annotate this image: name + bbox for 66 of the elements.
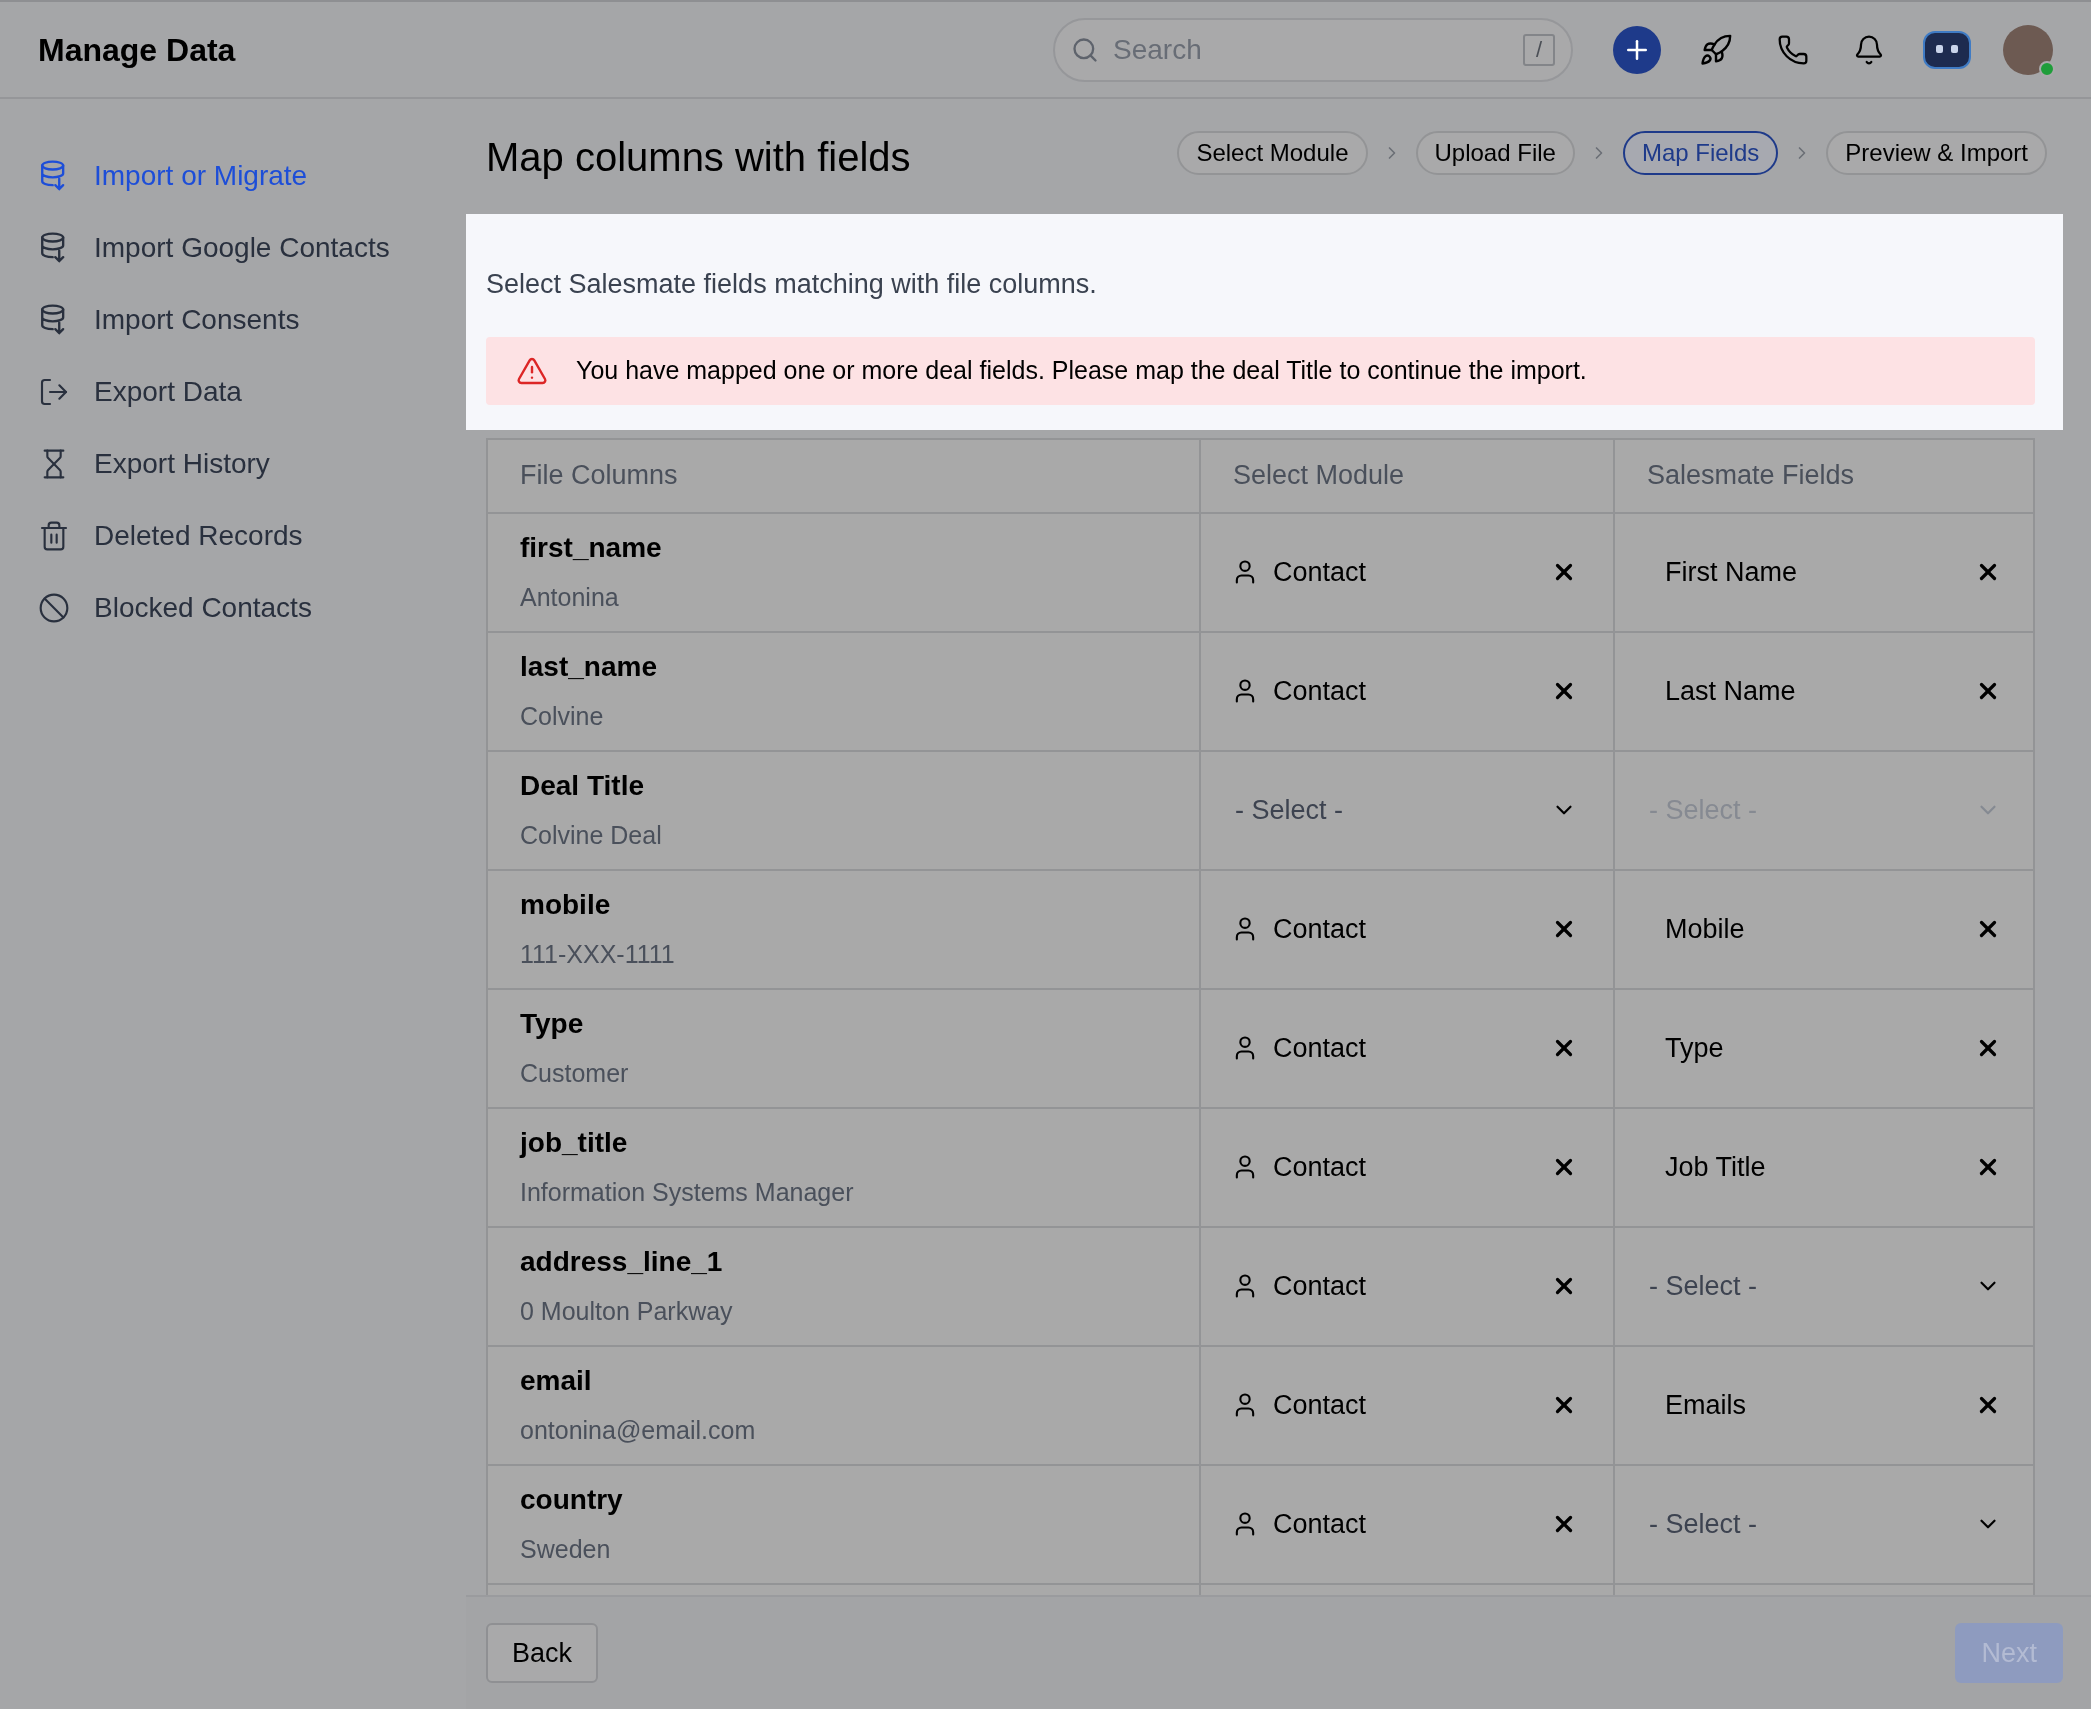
robot-icon[interactable] (1923, 30, 1971, 69)
step-pill[interactable]: Preview & Import (1826, 130, 2047, 175)
user-avatar[interactable] (2003, 24, 2053, 75)
column-header: Salesmate Fields (1613, 439, 2033, 512)
field-value[interactable]: Mobile (1665, 908, 1745, 950)
search-icon (1071, 35, 1099, 64)
blocked-icon (38, 592, 70, 624)
instruction-text: Select Salesmate fields matching with file columns. (486, 268, 1098, 301)
sample-value: Information Systems Manager (520, 1177, 855, 1209)
add-button[interactable] (1613, 25, 1661, 74)
sample-value: Colvine Deal (520, 820, 663, 852)
module-value[interactable]: Contact (1273, 1146, 1367, 1188)
column-header: File Columns (519, 459, 679, 493)
sidebar-item[interactable]: Export History (38, 443, 466, 485)
sample-value: Antonina (520, 582, 620, 614)
field-select[interactable]: - Select - (1615, 1465, 2033, 1583)
column-name: job_title (520, 1126, 629, 1161)
module-value[interactable]: Contact (1273, 1384, 1367, 1426)
search-placeholder: Search (1113, 32, 1203, 67)
search-field[interactable]: Search / (1053, 17, 1573, 82)
column-name: address_line_1 (520, 1245, 724, 1280)
module-select[interactable]: - Select - (1201, 751, 1613, 869)
trash-icon (38, 520, 70, 552)
field-select[interactable]: - Select - (1615, 1227, 2033, 1345)
sidebar-item[interactable]: Import Google Contacts (38, 227, 466, 269)
sidebar-item[interactable]: Deleted Records (38, 515, 466, 557)
column-name: mobile (520, 888, 612, 923)
bell-icon[interactable] (1853, 33, 1885, 66)
field-value[interactable]: Emails (1665, 1384, 1746, 1426)
module-value[interactable]: Contact (1273, 551, 1367, 593)
column-name: email (520, 1364, 593, 1399)
column-name: first_name (520, 531, 663, 566)
sidebar-item[interactable]: Blocked Contacts (38, 587, 466, 629)
column-header: Select Module (1199, 439, 1613, 512)
step-pill[interactable]: Upload File (1415, 130, 1575, 175)
module-value[interactable]: Contact (1273, 908, 1367, 950)
sample-value: ontonina@email.com (520, 1415, 757, 1447)
rocket-icon[interactable] (1699, 32, 1733, 67)
column-name: last_name (520, 650, 658, 685)
sample-value: 0 Moulton Parkway (520, 1296, 734, 1328)
column-name: Type (520, 1007, 585, 1042)
column-name: country (520, 1483, 624, 1518)
module-value[interactable]: Contact (1273, 1265, 1367, 1307)
phone-icon[interactable] (1777, 33, 1809, 66)
step-pill[interactable]: Select Module (1177, 130, 1368, 175)
alert-message: You have mapped one or more deal fields. Please map the deal Title to continue the import. (576, 354, 1587, 386)
page-heading: Manage Data (38, 30, 236, 70)
module-value[interactable]: Contact (1273, 670, 1367, 712)
module-value[interactable]: Contact (1273, 1027, 1367, 1069)
column-name: Deal Title (520, 769, 645, 804)
field-value[interactable]: Job Title (1665, 1146, 1766, 1188)
field-value[interactable]: Type (1665, 1027, 1724, 1069)
field-value[interactable]: Last Name (1665, 670, 1796, 712)
sample-value: Sweden (520, 1534, 612, 1566)
field-value[interactable]: First Name (1665, 551, 1797, 593)
sidebar-item[interactable]: Export Data (38, 371, 466, 413)
sample-value: 111-XXX-1111 (520, 939, 676, 971)
page-title: Map columns with fields (486, 133, 911, 181)
sample-value: Customer (520, 1058, 630, 1090)
step-pill[interactable]: Map Fields (1622, 130, 1779, 175)
back-button[interactable]: Back (486, 1623, 599, 1683)
module-value[interactable]: Contact (1273, 1503, 1367, 1545)
sample-value: Colvine (520, 701, 605, 733)
export-icon (38, 376, 70, 408)
sidebar-item[interactable]: Import Consents (38, 299, 466, 341)
shortcut-key: / (1523, 33, 1555, 66)
